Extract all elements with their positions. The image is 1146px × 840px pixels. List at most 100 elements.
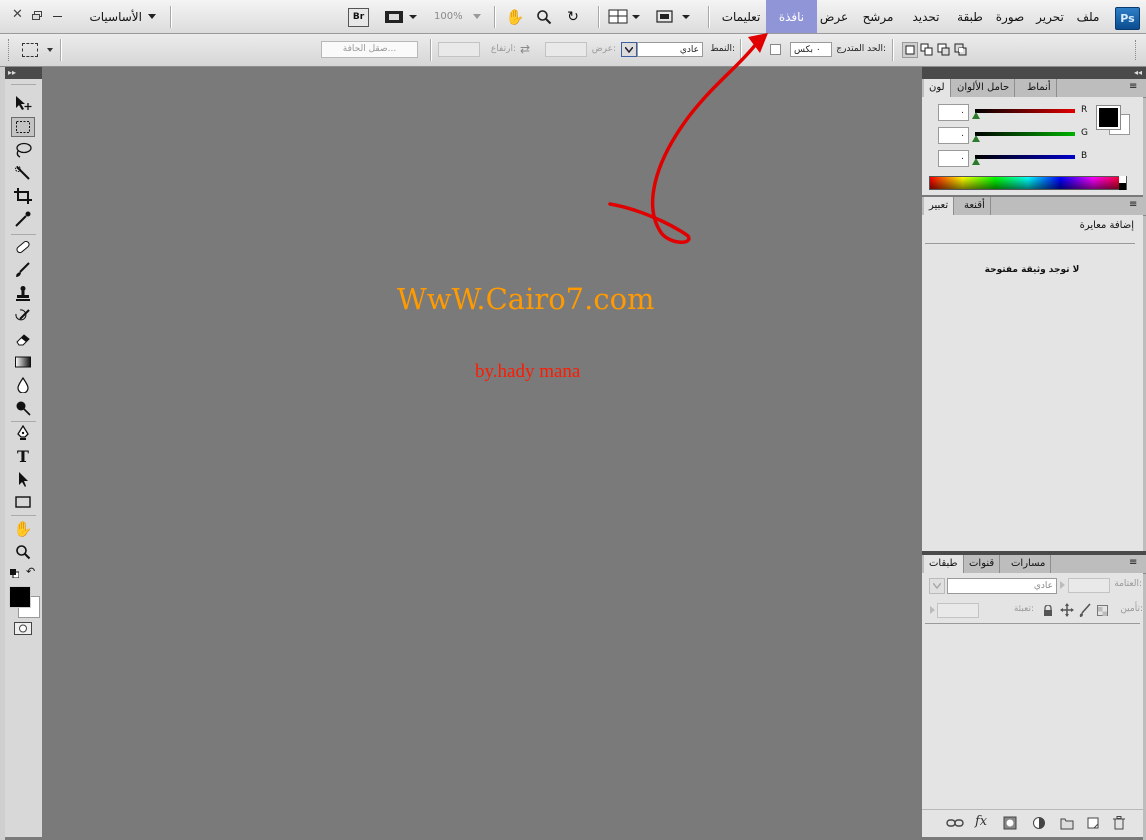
default-colors-icon[interactable]: [10, 568, 20, 579]
menu-layer[interactable]: طبقة: [951, 0, 989, 33]
hand-tool-icon[interactable]: ✋: [11, 519, 35, 539]
selection-add-icon[interactable]: [919, 42, 935, 58]
width-input[interactable]: [545, 42, 587, 57]
tab-swatches[interactable]: حامل الألوان: [952, 79, 1016, 97]
lasso-tool-icon[interactable]: [11, 140, 35, 160]
arrange-documents-button[interactable]: [606, 8, 642, 26]
red-slider[interactable]: [975, 109, 1075, 113]
tab-adjustments[interactable]: تعبير: [924, 197, 955, 215]
layer-style-icon[interactable]: fx: [975, 814, 993, 830]
tools-collapse-icon[interactable]: ▸▸: [5, 67, 42, 79]
lock-all-icon[interactable]: [1043, 604, 1053, 616]
menu-image[interactable]: صورة: [991, 0, 1029, 33]
blend-mode-dropdown[interactable]: [929, 578, 945, 594]
chevron-down-icon[interactable]: [473, 14, 481, 19]
red-slider-handle-icon[interactable]: [972, 112, 980, 119]
marquee-preset-icon[interactable]: [22, 43, 38, 57]
new-group-icon[interactable]: [1060, 816, 1074, 830]
swap-icon[interactable]: ⇄: [520, 42, 534, 56]
lock-pixels-icon[interactable]: [1079, 603, 1091, 617]
tab-channels[interactable]: قنوات: [964, 555, 1001, 573]
zoom-tool-icon[interactable]: [534, 7, 554, 27]
chevron-down-icon[interactable]: [47, 48, 53, 52]
close-icon[interactable]: ✕: [12, 8, 24, 22]
blur-tool-icon[interactable]: [11, 375, 35, 395]
minimize-icon[interactable]: [53, 16, 62, 17]
panel-menu-icon[interactable]: ≡: [1129, 81, 1137, 93]
quick-selection-tool-icon[interactable]: [11, 163, 35, 183]
workspace-chevron-icon[interactable]: [148, 14, 156, 19]
pen-tool-icon[interactable]: [11, 423, 35, 443]
blue-slider-handle-icon[interactable]: [972, 158, 980, 165]
height-input[interactable]: [438, 42, 480, 57]
red-value-input[interactable]: ٠: [938, 104, 969, 121]
lock-position-icon[interactable]: [1060, 603, 1074, 617]
opacity-input[interactable]: [1068, 578, 1110, 593]
bridge-button[interactable]: Br: [348, 8, 369, 27]
quick-mask-icon[interactable]: [14, 622, 32, 635]
selection-new-icon[interactable]: [902, 42, 918, 58]
move-tool-icon[interactable]: [11, 93, 35, 113]
extras-button[interactable]: [383, 8, 419, 26]
gradient-tool-icon[interactable]: [11, 352, 35, 372]
foreground-color-swatch[interactable]: [1096, 105, 1121, 130]
workspace-label[interactable]: الأساسيات: [80, 8, 142, 26]
new-layer-icon[interactable]: [1086, 816, 1100, 830]
rect-marquee-tool-icon[interactable]: [11, 117, 35, 137]
healing-brush-tool-icon[interactable]: [11, 237, 35, 257]
eraser-tool-icon[interactable]: [11, 329, 35, 349]
menu-select[interactable]: تحديد: [903, 0, 949, 33]
restore-icon[interactable]: [32, 10, 42, 20]
menu-file[interactable]: ملف: [1070, 0, 1106, 33]
selection-intersect-icon[interactable]: [953, 42, 969, 58]
dock-collapse-icon[interactable]: ◂◂: [1134, 67, 1142, 79]
crop-tool-icon[interactable]: [11, 186, 35, 206]
blue-slider[interactable]: [975, 155, 1075, 159]
menu-view[interactable]: عرض: [817, 0, 851, 33]
adjustment-layer-icon[interactable]: [1032, 816, 1046, 830]
eyedropper-tool-icon[interactable]: [11, 209, 35, 229]
swap-colors-icon[interactable]: ↶: [26, 566, 38, 578]
rotate-view-icon[interactable]: ↻: [563, 7, 583, 27]
fill-slider-icon[interactable]: [930, 606, 935, 614]
screen-mode-button[interactable]: [654, 8, 692, 26]
tab-paths[interactable]: مسارات: [1006, 555, 1052, 573]
color-ramp-white[interactable]: [1119, 176, 1126, 183]
delete-layer-icon[interactable]: [1112, 816, 1126, 830]
menu-filter[interactable]: مرشح: [855, 0, 901, 33]
tab-color[interactable]: لون: [924, 79, 951, 97]
hand-tool-icon[interactable]: ✋: [505, 7, 525, 27]
history-brush-tool-icon[interactable]: [11, 306, 35, 326]
refine-edge-button[interactable]: صقل الحافة...: [321, 41, 418, 58]
zoom-tool-icon[interactable]: [11, 542, 35, 562]
lock-transparent-icon[interactable]: [1097, 605, 1108, 616]
zoom-level[interactable]: 100%: [434, 10, 474, 24]
type-tool-icon[interactable]: T: [11, 446, 35, 466]
link-layers-icon[interactable]: [946, 817, 964, 829]
blend-mode-select[interactable]: عادي: [947, 578, 1057, 594]
fill-input[interactable]: [937, 603, 979, 618]
canvas-area[interactable]: WwW.Cairo7.com by.hady mana: [42, 67, 922, 837]
add-mask-icon[interactable]: [1003, 816, 1017, 830]
green-value-input[interactable]: ٠: [938, 127, 969, 144]
dodge-tool-icon[interactable]: [11, 398, 35, 418]
opacity-slider-icon[interactable]: [1060, 581, 1065, 589]
tab-layers[interactable]: طبقات: [924, 555, 964, 573]
foreground-color-swatch[interactable]: [9, 586, 31, 608]
feather-input[interactable]: ٠ بكس: [790, 42, 832, 57]
selection-subtract-icon[interactable]: [936, 42, 952, 58]
tab-masks[interactable]: أقنعة: [959, 197, 991, 215]
green-slider[interactable]: [975, 132, 1075, 136]
tab-styles[interactable]: أنماط: [1022, 79, 1057, 97]
clone-stamp-tool-icon[interactable]: [11, 283, 35, 303]
color-ramp[interactable]: [929, 176, 1127, 190]
path-selection-tool-icon[interactable]: [11, 469, 35, 489]
color-ramp-black[interactable]: [1119, 183, 1126, 190]
green-slider-handle-icon[interactable]: [972, 135, 980, 142]
panel-menu-icon[interactable]: ≡: [1129, 199, 1137, 211]
blue-value-input[interactable]: ٠: [938, 150, 969, 167]
menu-edit[interactable]: تحرير: [1031, 0, 1069, 33]
panel-menu-icon[interactable]: ≡: [1129, 557, 1137, 569]
rectangle-tool-icon[interactable]: [11, 492, 35, 512]
brush-tool-icon[interactable]: [11, 260, 35, 280]
